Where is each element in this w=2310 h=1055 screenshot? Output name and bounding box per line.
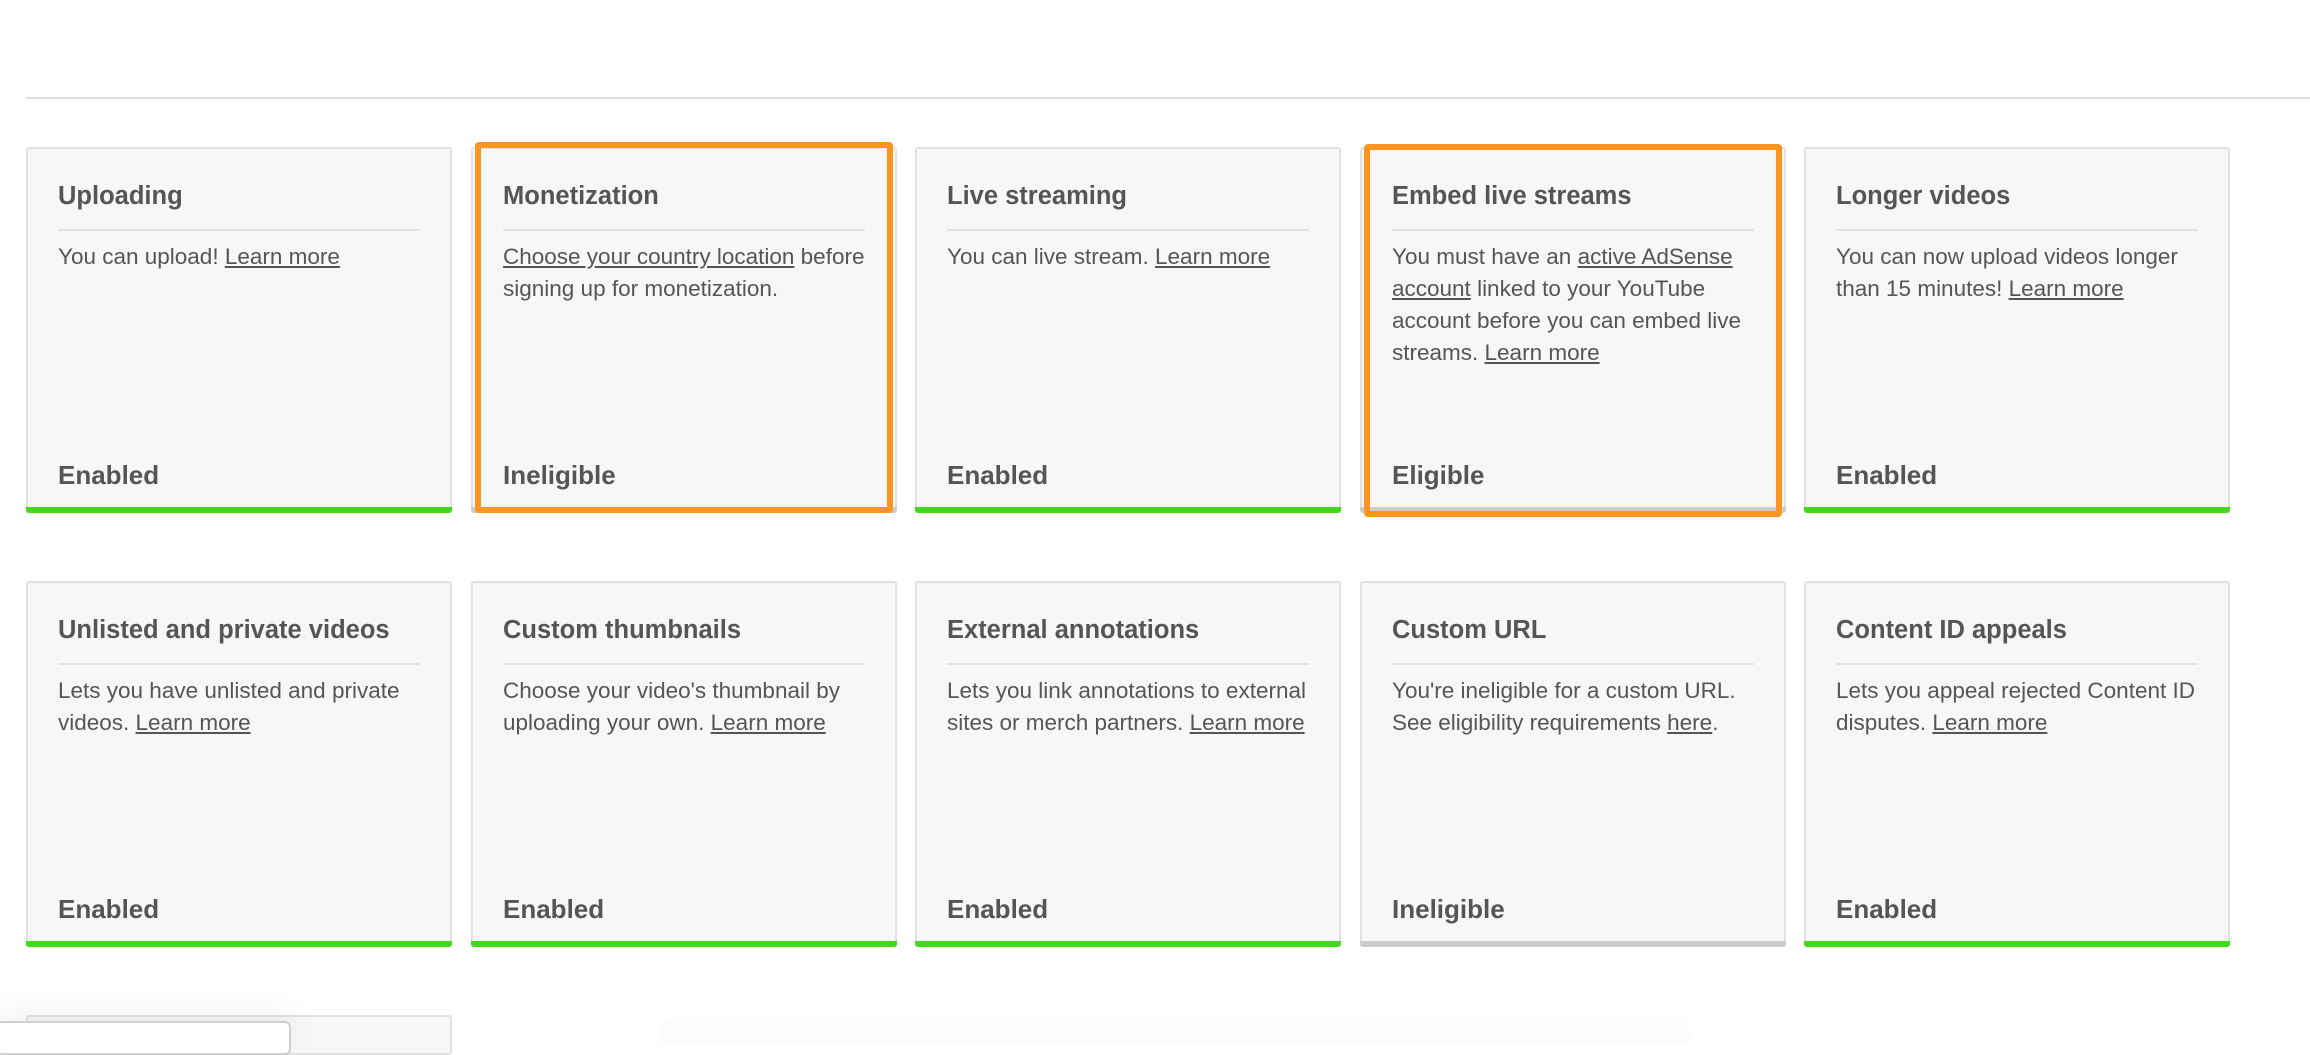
feature-card: External annotations Lets you link annota… (915, 581, 1341, 947)
feature-description: Lets you appeal rejected Content ID disp… (1836, 675, 2200, 739)
feature-description: Choose your country location before sign… (503, 241, 867, 305)
feature-title: Custom URL (1392, 613, 1754, 665)
status-bar-enabled (1804, 507, 2230, 513)
status-label: Enabled (503, 894, 605, 924)
feature-title: External annotations (947, 613, 1309, 665)
learn-more-link[interactable]: Learn more (1485, 340, 1600, 365)
section-divider (26, 97, 2310, 99)
feature-link[interactable]: Learn more (1932, 710, 2047, 735)
status-label: Enabled (947, 460, 1049, 490)
feature-title: Monetization (503, 179, 865, 231)
status-bar-enabled (471, 941, 897, 947)
feature-title: Unlisted and private videos (58, 613, 420, 665)
feature-title: Custom thumbnails (503, 613, 865, 665)
status-bar-inactive (1360, 941, 1786, 947)
feature-description: Lets you have unlisted and private video… (58, 675, 422, 739)
status-bar-inactive (471, 507, 897, 513)
status-bar-enabled (26, 941, 452, 947)
bottom-shadow (660, 1015, 1690, 1045)
feature-card: Embed live streams You must have an activ… (1360, 147, 1786, 513)
feature-card: Unlisted and private videos Lets you have… (26, 581, 452, 947)
feature-card: Longer videos You can now upload videos l… (1804, 147, 2230, 513)
feature-card: Custom thumbnails Choose your video's thu… (471, 581, 897, 947)
feature-description: You can now upload videos longer than 15… (1836, 241, 2200, 305)
feature-link[interactable]: Learn more (1190, 710, 1305, 735)
feature-description: Lets you link annotations to external si… (947, 675, 1311, 739)
feature-title: Live streaming (947, 179, 1309, 231)
status-bar-inactive (1360, 507, 1786, 513)
status-label: Eligible (1392, 460, 1485, 490)
feature-title: Longer videos (1836, 179, 2198, 231)
status-label: Enabled (1836, 460, 1938, 490)
status-label: Enabled (58, 460, 160, 490)
feature-card: Live streaming You can live stream. Learn… (915, 147, 1341, 513)
feature-link[interactable]: Learn more (225, 244, 340, 269)
feature-card: Monetization Choose your country location… (471, 147, 897, 513)
feature-title: Uploading (58, 179, 420, 231)
status-bar-enabled (915, 941, 1341, 947)
feature-card: Content ID appeals Lets you appeal reject… (1804, 581, 2230, 947)
status-label: Enabled (1836, 894, 1938, 924)
status-bar-enabled (915, 507, 1341, 513)
status-label: Ineligible (1392, 894, 1505, 924)
feature-title: Content ID appeals (1836, 613, 2198, 665)
description-text: You must have an (1392, 244, 1578, 269)
feature-title: Embed live streams (1392, 179, 1754, 231)
feature-description: You can live stream. Learn more (947, 241, 1311, 273)
status-label: Enabled (58, 894, 160, 924)
feature-card: Uploading You can upload! Learn more Enabl… (26, 147, 452, 513)
overlay-panel (0, 1021, 291, 1055)
feature-link[interactable]: Learn more (711, 710, 826, 735)
feature-description: You must have an active AdSense account … (1392, 241, 1756, 369)
description-text: You can upload! (58, 244, 225, 269)
description-text: You can live stream. (947, 244, 1156, 269)
status-bar-enabled (26, 507, 452, 513)
feature-link[interactable]: Learn more (2009, 276, 2124, 301)
feature-description: You can upload! Learn more (58, 241, 422, 273)
feature-link[interactable]: Learn more (136, 710, 251, 735)
feature-link[interactable]: Choose your country location (503, 244, 794, 269)
description-text: . (1712, 710, 1719, 735)
feature-description: You're ineligible for a custom URL. See … (1392, 675, 1756, 739)
description-text: You can now upload videos longer than 15… (1836, 244, 2178, 301)
feature-card: Custom URL You're ineligible for a custom… (1360, 581, 1786, 947)
status-label: Enabled (947, 894, 1049, 924)
feature-link[interactable]: here (1667, 710, 1712, 735)
feature-description: Choose your video's thumbnail by uploadi… (503, 675, 867, 739)
status-label: Ineligible (503, 460, 616, 490)
status-bar-enabled (1804, 941, 2230, 947)
feature-link[interactable]: Learn more (1155, 244, 1270, 269)
